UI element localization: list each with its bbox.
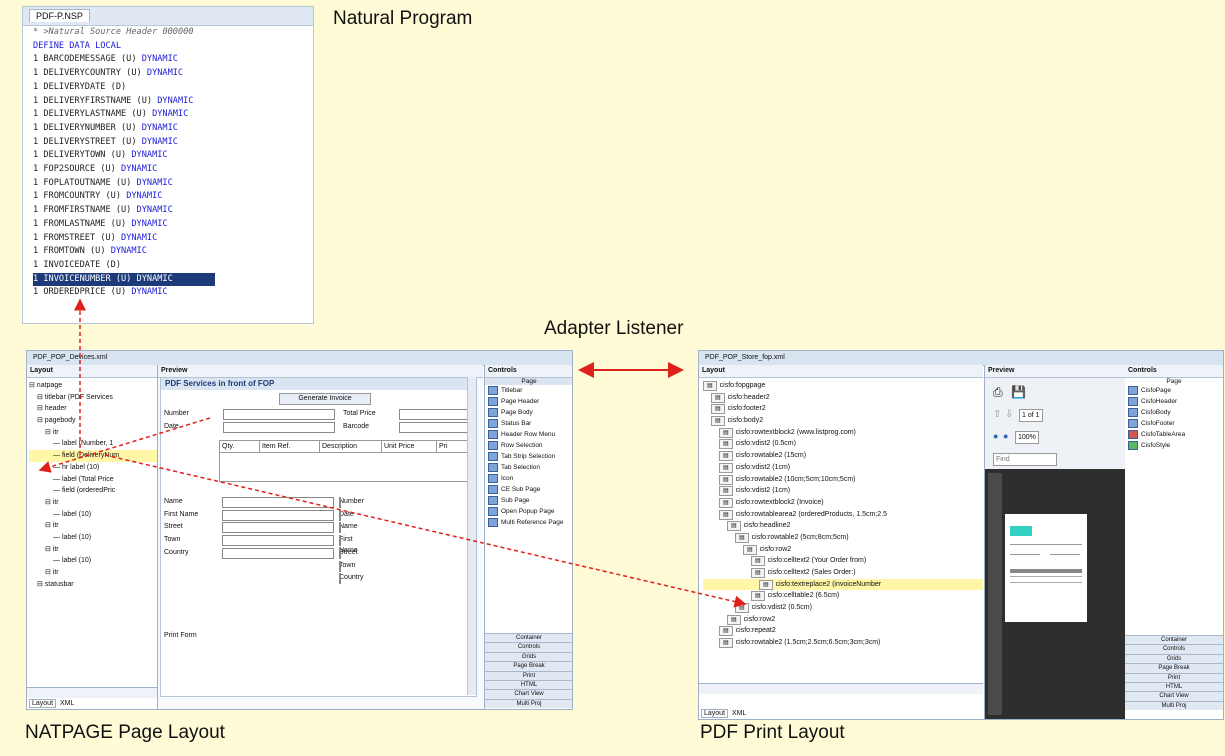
preview-link-arrow	[38, 417, 211, 473]
pdf-link-arrow	[104, 454, 747, 608]
connection-arrows	[38, 298, 747, 608]
